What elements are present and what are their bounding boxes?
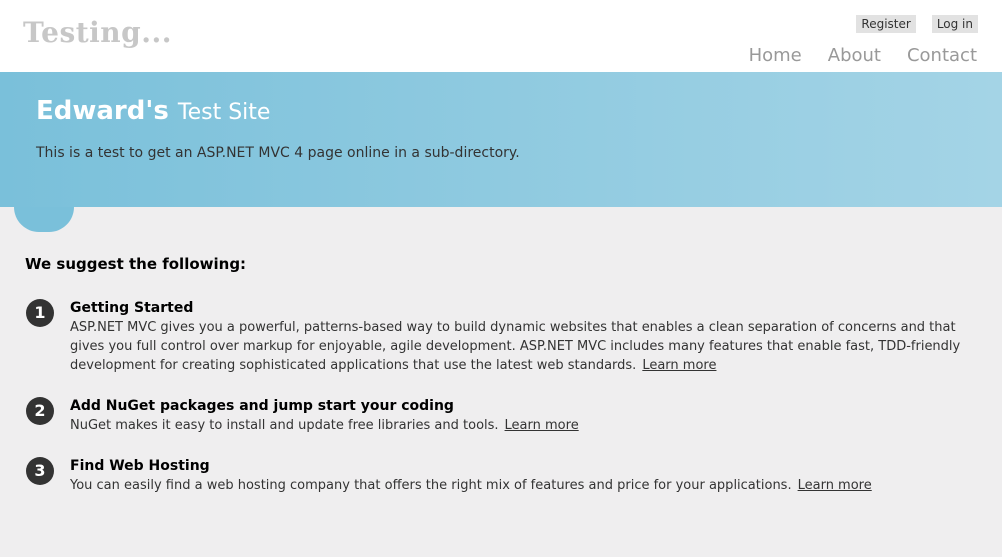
step-description: ASP.NET MVC gives you a powerful, patter… bbox=[70, 320, 961, 373]
site-header: Testing... Register Log in Home About Co… bbox=[0, 0, 1002, 72]
banner-tab-decoration bbox=[14, 207, 74, 232]
step-description: You can easily find a web hosting compan… bbox=[70, 478, 792, 493]
suggestions-heading: We suggest the following: bbox=[25, 255, 247, 273]
main-content: We suggest the following: 1 Getting Star… bbox=[25, 255, 985, 517]
page-title-rest: Test Site bbox=[177, 100, 271, 125]
learn-more-link[interactable]: Learn more bbox=[798, 478, 872, 493]
page-title-bold: Edward's bbox=[36, 96, 169, 126]
nav-contact[interactable]: Contact bbox=[907, 45, 977, 66]
step-number-badge: 3 bbox=[26, 457, 54, 485]
nav-home[interactable]: Home bbox=[749, 45, 802, 66]
step-title: Find Web Hosting bbox=[70, 458, 210, 474]
nav-about[interactable]: About bbox=[828, 45, 881, 66]
step-number-badge: 1 bbox=[26, 299, 54, 327]
site-title[interactable]: Testing... bbox=[23, 16, 172, 49]
learn-more-link[interactable]: Learn more bbox=[505, 418, 579, 433]
step-item: 3 Find Web Hosting You can easily find a… bbox=[25, 457, 985, 495]
login-area: Register Log in bbox=[856, 15, 978, 33]
steps-list: 1 Getting Started ASP.NET MVC gives you … bbox=[25, 299, 985, 495]
step-number-badge: 2 bbox=[26, 397, 54, 425]
page-title: Edward's Test Site bbox=[36, 96, 270, 126]
step-item: 1 Getting Started ASP.NET MVC gives you … bbox=[25, 299, 985, 375]
featured-description: This is a test to get an ASP.NET MVC 4 p… bbox=[36, 145, 520, 161]
featured-banner: Edward's Test Site This is a test to get… bbox=[0, 72, 1002, 207]
step-description: NuGet makes it easy to install and updat… bbox=[70, 418, 499, 433]
main-nav: Home About Contact bbox=[749, 45, 977, 66]
step-item: 2 Add NuGet packages and jump start your… bbox=[25, 397, 985, 435]
login-link[interactable]: Log in bbox=[931, 15, 978, 33]
step-title: Add NuGet packages and jump start your c… bbox=[70, 398, 454, 414]
learn-more-link[interactable]: Learn more bbox=[642, 358, 716, 373]
register-link[interactable]: Register bbox=[856, 15, 916, 33]
step-title: Getting Started bbox=[70, 300, 194, 316]
